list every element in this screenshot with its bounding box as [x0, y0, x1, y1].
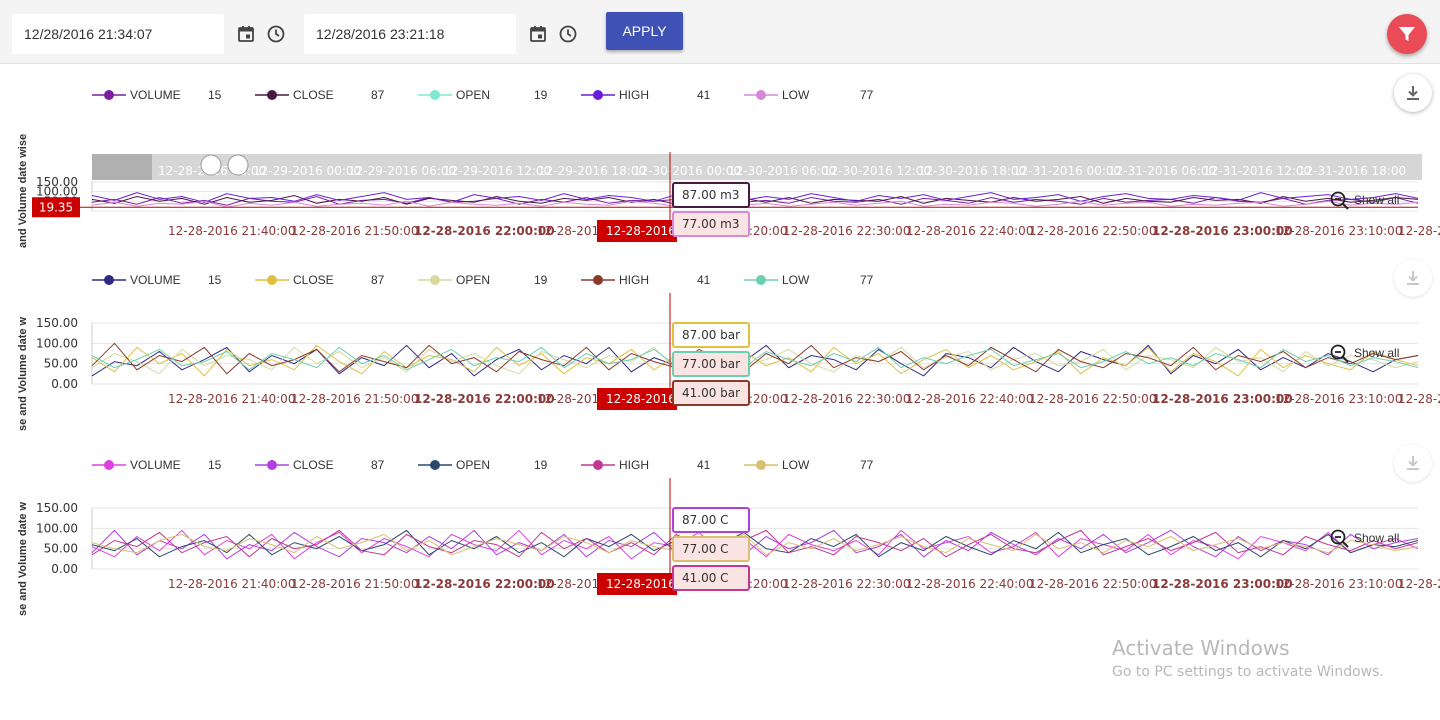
y-cursor-label: 19.35 — [39, 200, 73, 214]
x-cursor-label: 12-28-2016 — [606, 224, 676, 238]
y-tick-label: 50.00 — [44, 357, 78, 371]
chart-panel: VOLUME 15 CLOSE 87 OPEN 19 HIGH 41 LOW 77 and Volu… — [0, 70, 1440, 250]
tooltip-text: 87.00 bar — [682, 328, 740, 342]
x-tick-label: 12-28-2016 23:00:00 — [1152, 577, 1293, 591]
x-tick-label: 12-28-2016 21:50:00 — [291, 392, 418, 406]
navigator-label: 12-31-2016 00:00 — [1013, 164, 1121, 178]
watermark-subtitle: Go to PC settings to activate Windows. — [1112, 664, 1384, 680]
start-datetime-value: 12/28/2016 21:34:07 — [24, 26, 153, 42]
navigator-label: 12-31-2016 18:00 — [1298, 164, 1406, 178]
watermark-title: Activate Windows — [1112, 636, 1290, 660]
end-datetime-value: 12/28/2016 23:21:18 — [316, 26, 445, 42]
tooltip-text: 77.00 bar — [682, 357, 740, 371]
y-tick-label: 150.00 — [36, 316, 78, 330]
x-cursor-label: 12-28-2016 — [606, 392, 676, 406]
navigator-label: 12-31-2016 12:00 — [1203, 164, 1311, 178]
navigator-label: 12-29-2016 00:00 — [253, 164, 361, 178]
navigator-label: 12-30-2016 00:00 — [633, 164, 741, 178]
x-tick-label: 12-28-2016 22:00:00 — [414, 224, 555, 238]
y-tick-label: 100.00 — [36, 336, 78, 350]
show-all-button[interactable]: Show all — [1330, 344, 1399, 364]
x-tick-label: 12-28-2016 23:10:00 — [1275, 224, 1402, 238]
tooltip-text: 87.00 m3 — [682, 188, 740, 202]
x-tick-label: 12-28-2016 21:40:00 — [168, 224, 295, 238]
x-tick-label: 12-28-2016 22:30:00 — [783, 392, 910, 406]
x-tick-label: 12-28-2016 22:30:00 — [783, 577, 910, 591]
x-tick-label: 12-28-2016 23:20:00 — [1398, 392, 1440, 406]
x-tick-label: 12-28-2016 23:00:00 — [1152, 392, 1293, 406]
x-tick-label: 12-28-2016 22:00:00 — [414, 577, 555, 591]
x-tick-label: 12-28-2016 22:50:00 — [1029, 224, 1156, 238]
chart-panel: VOLUME 15 CLOSE 87 OPEN 19 HIGH 41 LOW 77 se and V… — [0, 255, 1440, 435]
show-all-label: Show all — [1354, 531, 1400, 546]
chart-plot[interactable]: 150.00 100.00 50.00 0.00 12-28-2016 21:40:00… — [0, 255, 1440, 435]
tooltip-text: 41.00 C — [682, 571, 729, 585]
zoom-out-icon — [1330, 344, 1349, 363]
navigator-label: 12-30-2016 18:00 — [918, 164, 1026, 178]
chart-plot[interactable]: 12-28-2016 18:0012-29-2016 00:0012-29-20… — [0, 70, 1440, 250]
show-all-label: Show all — [1354, 193, 1400, 208]
y-tick-label: 0.00 — [51, 377, 78, 391]
clock-icon[interactable] — [266, 24, 286, 44]
x-tick-label: 12-28-2016 21:40:00 — [168, 392, 295, 406]
navigator-label: 12-30-2016 06:00 — [728, 164, 836, 178]
apply-button[interactable]: APPLY — [606, 12, 683, 50]
navigator-label: 12-30-2016 12:00 — [823, 164, 931, 178]
tooltip-text: 41.00 bar — [682, 386, 740, 400]
chart-plot[interactable]: 150.00 100.00 50.00 0.00 12-28-2016 21:40:00… — [0, 440, 1440, 620]
clock-icon[interactable] — [558, 24, 578, 44]
x-tick-label: 12-28-2016 22:50:00 — [1029, 392, 1156, 406]
x-tick-label: 12-28-2016 22:30:00 — [783, 224, 910, 238]
tooltip-text: 87.00 C — [682, 513, 729, 527]
filter-icon — [1399, 27, 1415, 41]
tooltip-text: 77.00 C — [682, 542, 729, 556]
x-tick-label: 12-28-2016 23:20:00 — [1398, 577, 1440, 591]
end-datetime-field[interactable]: 12/28/2016 23:21:18 — [304, 14, 516, 54]
x-tick-label: 12-28-2016 21:50:00 — [291, 577, 418, 591]
x-cursor-label: 12-28-2016 — [606, 577, 676, 591]
calendar-icon[interactable] — [529, 25, 547, 43]
toolbar: 12/28/2016 21:34:07 12/28/2016 23:21:18 … — [0, 0, 1440, 64]
x-tick-label: 12-28-2016 22:50:00 — [1029, 577, 1156, 591]
y-tick-label: 100.00 — [36, 521, 78, 535]
navigator-handle-left — [200, 154, 222, 176]
start-datetime-field[interactable]: 12/28/2016 21:34:07 — [12, 14, 224, 54]
navigator-label: 12-29-2016 06:00 — [348, 164, 456, 178]
navigator-label: 12-29-2016 12:00 — [443, 164, 551, 178]
navigator-label: 12-31-2016 06:00 — [1108, 164, 1216, 178]
navigator-handle-right — [227, 154, 249, 176]
x-tick-label: 12-28-2016 23:10:00 — [1275, 577, 1402, 591]
calendar-icon[interactable] — [237, 25, 255, 43]
show-all-button[interactable]: Show all — [1330, 529, 1399, 549]
y-tick-label: 50.00 — [44, 542, 78, 556]
navigator-selection — [92, 154, 152, 180]
x-tick-label: 12-28-2016 21:50:00 — [291, 224, 418, 238]
x-tick-label: 12-28-2016 23:10:00 — [1275, 392, 1402, 406]
zoom-out-icon — [1330, 191, 1349, 210]
show-all-button[interactable]: Show all — [1330, 191, 1399, 211]
x-tick-label: 12-28-2016 22:40:00 — [906, 577, 1033, 591]
x-tick-label: 12-28-2016 23:00:00 — [1152, 224, 1293, 238]
y-tick-label: 150.00 — [36, 501, 78, 515]
filter-button[interactable] — [1387, 14, 1427, 54]
navigator-label: 12-29-2016 18:00 — [538, 164, 646, 178]
x-tick-label: 12-28-2016 21:40:00 — [168, 577, 295, 591]
show-all-label: Show all — [1354, 346, 1400, 361]
y-tick-label: 0.00 — [51, 562, 78, 576]
x-tick-label: 12-28-2016 22:40:00 — [906, 224, 1033, 238]
tooltip-text: 77.00 m3 — [682, 217, 740, 231]
x-tick-label: 12-28-2016 22:40:00 — [906, 392, 1033, 406]
zoom-out-icon — [1330, 529, 1349, 548]
x-tick-label: 12-28-2016 23:20:00 — [1398, 224, 1440, 238]
chart-panel: VOLUME 15 CLOSE 87 OPEN 19 HIGH 41 LOW 77 se and V… — [0, 440, 1440, 620]
x-tick-label: 12-28-2016 22:00:00 — [414, 392, 555, 406]
